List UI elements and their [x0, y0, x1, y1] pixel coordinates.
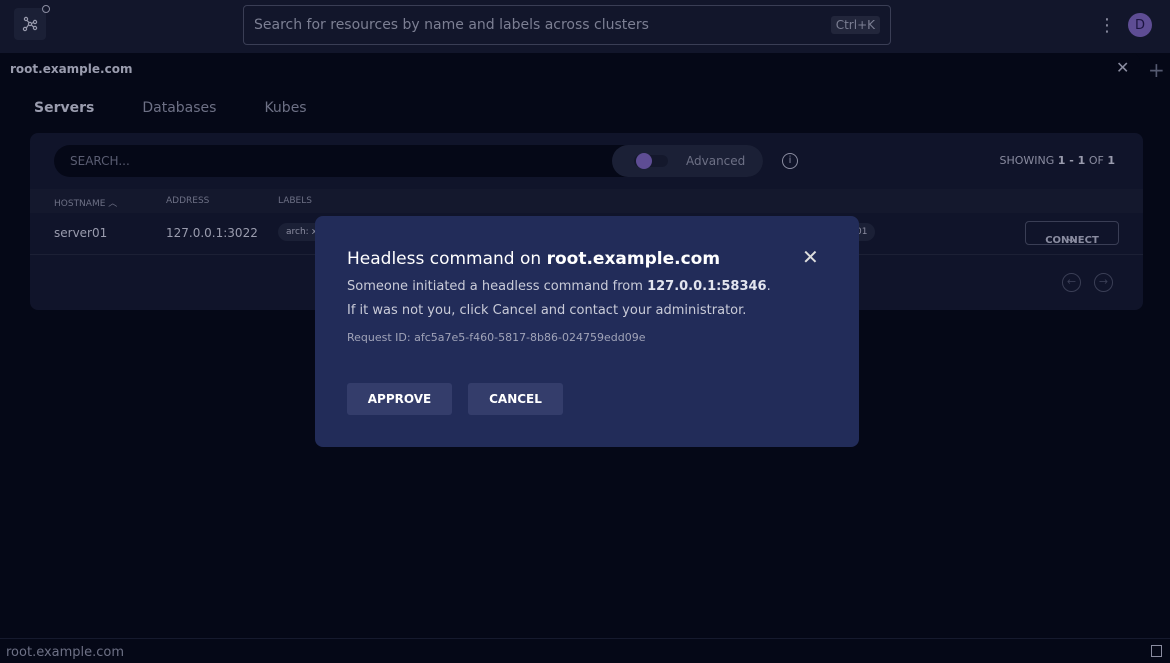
title-cluster: root.example.com: [546, 249, 721, 269]
more-menu-icon[interactable]: ⋮: [1098, 15, 1116, 36]
status-bar: root.example.com: [0, 638, 1170, 663]
tab-bar: root.example.com ✕: [0, 53, 1140, 87]
hostname-cell: server01: [54, 226, 108, 240]
advanced-search-toggle[interactable]: Advanced: [612, 145, 763, 177]
tab-databases[interactable]: Databases: [142, 100, 216, 116]
status-cluster: root.example.com: [6, 645, 125, 660]
shortcut-hint: Ctrl+K: [830, 16, 880, 34]
close-icon[interactable]: ✕: [802, 245, 819, 269]
request-id: Request ID: afc5a7e5-f460-5817-8b86-0247…: [347, 331, 646, 344]
table-header: HOSTNAME ︿ ADDRESS LABELS: [30, 189, 1143, 213]
column-label: HOSTNAME: [54, 199, 106, 209]
tab-kubes[interactable]: Kubes: [264, 100, 306, 116]
sort-ascending-icon: ︿: [108, 199, 118, 209]
global-search-input[interactable]: Search for resources by name and labels …: [243, 5, 891, 45]
avatar[interactable]: D: [1128, 13, 1152, 37]
notifications-icon[interactable]: [1151, 645, 1162, 657]
dialog-title: Headless command on root.example.com: [347, 249, 720, 269]
next-page-icon[interactable]: →: [1094, 273, 1113, 292]
top-bar: Search for resources by name and labels …: [0, 0, 1170, 53]
headless-auth-dialog: Headless command on root.example.com ✕ S…: [315, 216, 859, 447]
search-placeholder: Search for resources by name and labels …: [254, 17, 649, 33]
status-indicator-icon: [42, 5, 50, 13]
advanced-label: Advanced: [686, 154, 746, 168]
network-icon: [22, 16, 38, 32]
showing-range: 1 - 1: [1057, 154, 1086, 167]
cancel-button[interactable]: CANCEL: [468, 383, 563, 415]
message-text: Someone initiated a headless command fro…: [347, 279, 643, 294]
address-cell: 127.0.0.1:3022: [166, 226, 258, 240]
column-labels: LABELS: [278, 196, 312, 206]
connect-button[interactable]: CONNECT ﹀: [1025, 221, 1119, 250]
pagination-summary: SHOWING 1 - 1 OF 1: [1000, 154, 1116, 167]
column-hostname[interactable]: HOSTNAME ︿: [54, 196, 117, 209]
prev-page-icon[interactable]: ←: [1062, 273, 1081, 292]
add-tab-icon[interactable]: +: [1148, 58, 1165, 82]
tab-servers[interactable]: Servers: [34, 100, 94, 116]
info-icon[interactable]: i: [782, 153, 798, 169]
chevron-down-icon: ﹀: [1067, 239, 1077, 250]
dialog-warning: If it was not you, click Cancel and cont…: [347, 303, 747, 318]
tab-root-example[interactable]: root.example.com: [10, 62, 132, 76]
dialog-message: Someone initiated a headless command fro…: [347, 279, 771, 294]
resource-tabs: Servers Databases Kubes: [34, 100, 307, 116]
title-prefix: Headless command on: [347, 249, 542, 269]
toggle-knob: [636, 153, 652, 169]
showing-total: 1: [1107, 154, 1115, 167]
message-suffix: .: [766, 279, 771, 294]
source-address: 127.0.0.1:58346: [647, 279, 767, 294]
column-address: ADDRESS: [166, 196, 210, 206]
approve-button[interactable]: APPROVE: [347, 383, 452, 415]
showing-label: SHOWING: [999, 154, 1055, 167]
of-label: OF: [1088, 154, 1104, 167]
close-tab-icon[interactable]: ✕: [1116, 58, 1129, 77]
connections-button[interactable]: [14, 8, 46, 40]
